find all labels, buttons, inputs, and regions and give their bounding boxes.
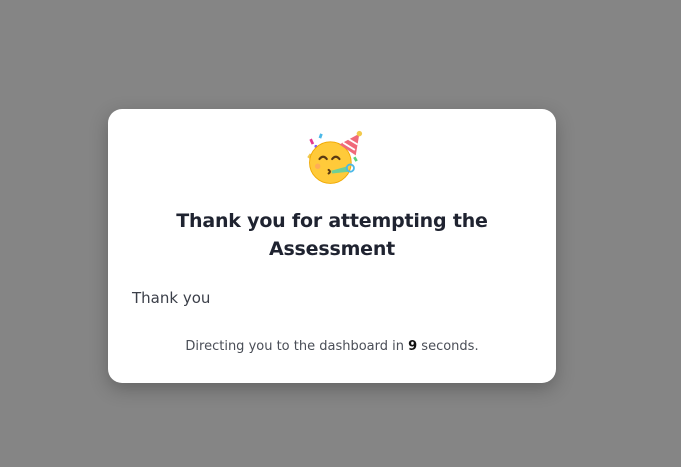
redirect-prefix: Directing you to the dashboard in <box>185 339 409 354</box>
redirect-countdown: Directing you to the dashboard in 9 seco… <box>108 339 556 354</box>
countdown-seconds: 9 <box>408 339 418 354</box>
redirect-suffix: seconds. <box>417 339 479 354</box>
partying-face-icon <box>307 130 363 184</box>
assessment-complete-modal: Thank you for attempting the Assessment … <box>108 109 556 383</box>
modal-message: Thank you <box>132 289 211 307</box>
modal-title: Thank you for attempting the Assessment <box>176 210 488 260</box>
